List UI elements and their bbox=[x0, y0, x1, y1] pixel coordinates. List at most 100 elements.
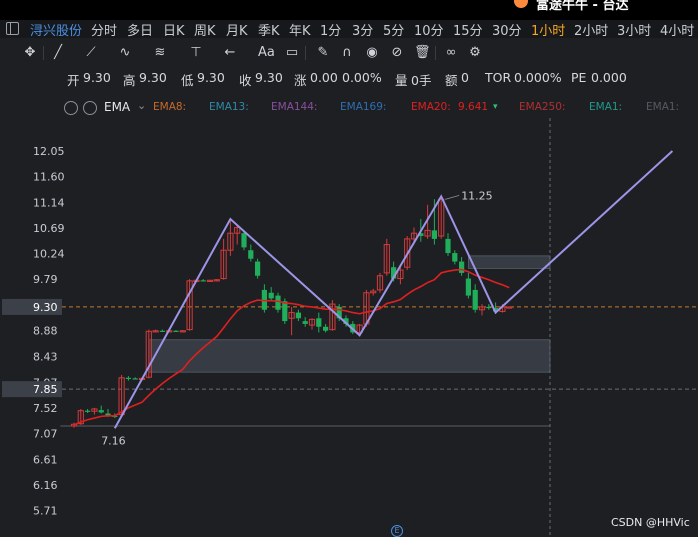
ohlc-readout: 开 9.30 高 9.30 低 9.30 收 9.30 涨 0.00 0.00%… bbox=[0, 70, 698, 88]
candle-body bbox=[316, 318, 322, 327]
y-axis-tick-label: 9.79 bbox=[33, 273, 58, 286]
candle-body bbox=[275, 295, 281, 310]
ema8-label: EMA8: bbox=[153, 101, 187, 113]
candle-body bbox=[323, 326, 329, 331]
low-label: 低 bbox=[181, 73, 194, 88]
tab-timeframe-10min[interactable]: 10分 bbox=[414, 20, 444, 39]
amount-label: 额 bbox=[445, 73, 458, 88]
volume-value: 0手 bbox=[411, 73, 432, 88]
horizontal-line-icon[interactable]: ⊤ bbox=[188, 45, 204, 61]
candle-body bbox=[465, 278, 471, 296]
indicator-name[interactable]: EMA bbox=[104, 100, 130, 114]
wave-icon[interactable]: ∿ bbox=[117, 45, 133, 61]
chevron-down-icon[interactable]: ⌄ bbox=[137, 99, 146, 112]
comment-icon[interactable]: ▭ bbox=[284, 45, 300, 61]
candle-body bbox=[132, 378, 138, 380]
settings-icon[interactable]: ⚙ bbox=[467, 45, 483, 61]
link-icon[interactable]: ∞ bbox=[443, 45, 459, 61]
candle-body bbox=[125, 377, 131, 379]
low-value: 9.30 bbox=[197, 70, 225, 85]
crosshair-icon[interactable]: ✥ bbox=[22, 45, 38, 61]
magnet-icon[interactable]: ∩ bbox=[339, 45, 355, 61]
ema169-label: EMA169: bbox=[340, 101, 387, 113]
ema250-label: EMA250: bbox=[519, 101, 566, 113]
trash-icon[interactable]: 🗑 bbox=[414, 45, 431, 61]
tab-timeframe-30min[interactable]: 30分 bbox=[492, 20, 522, 39]
change-value: 0.00 bbox=[310, 70, 338, 85]
arrow-icon[interactable]: ← bbox=[222, 45, 238, 61]
candle-body bbox=[472, 289, 478, 310]
ema1-label: EMA1: bbox=[589, 101, 623, 113]
indicator-close-icon[interactable] bbox=[83, 101, 97, 115]
tab-timeframe-month[interactable]: 月K bbox=[226, 20, 248, 39]
tab-timeframe-4h[interactable]: 4小时 bbox=[660, 20, 694, 39]
change-label: 涨 bbox=[294, 73, 307, 88]
tab-timeframe-quarter[interactable]: 季K bbox=[258, 20, 280, 39]
line-icon[interactable]: ╱ bbox=[50, 45, 66, 61]
candle-body bbox=[452, 253, 458, 262]
candle-body bbox=[486, 306, 492, 309]
ema20-value: 9.641 bbox=[458, 101, 489, 113]
tab-timeframe-15min[interactable]: 15分 bbox=[453, 20, 483, 39]
candle-body bbox=[173, 330, 179, 332]
open-value: 9.30 bbox=[83, 70, 111, 85]
window-titlebar: 富途牛牛 - 台达 bbox=[0, 0, 698, 20]
candle-body bbox=[98, 410, 104, 413]
tab-timeframe-year[interactable]: 年K bbox=[289, 20, 311, 39]
y-axis-tick-label: 7.52 bbox=[33, 402, 58, 415]
price-chart[interactable]: 12.0511.6011.1410.6910.249.798.888.437.9… bbox=[0, 118, 698, 537]
y-axis-tick-label: 12.05 bbox=[33, 145, 65, 158]
drawing-toolbar: ✥ ╱ ⟋ ∿ ≋ ⊤ ← Aa ▭ ✎ ∩ ◉ ⊘ 🗑 ∞ ⚙ bbox=[0, 40, 698, 66]
down-triangle-icon: ▾ bbox=[493, 102, 498, 112]
text-icon[interactable]: Aa bbox=[258, 45, 275, 61]
candle-body bbox=[282, 301, 288, 322]
candle-body bbox=[241, 233, 247, 248]
price-label-text: 9.30 bbox=[33, 301, 58, 314]
high-label: 高 bbox=[123, 73, 136, 88]
price-label-text: 7.85 bbox=[33, 383, 58, 396]
candle-body bbox=[302, 321, 308, 324]
hide-icon[interactable]: ⊘ bbox=[389, 45, 405, 61]
amount-value: 0 bbox=[461, 70, 469, 85]
y-axis-tick-label: 7.07 bbox=[33, 427, 58, 440]
fibonacci-icon[interactable]: ≋ bbox=[152, 45, 168, 61]
close-label: 收 bbox=[239, 73, 252, 88]
candle-body bbox=[248, 250, 254, 259]
pe-value: 0.000 bbox=[591, 70, 627, 85]
tor-label: TOR bbox=[485, 70, 512, 85]
open-label: 开 bbox=[67, 73, 80, 88]
tab-timeframe-1min[interactable]: 1分 bbox=[320, 20, 341, 39]
tab-timeframe-week[interactable]: 周K bbox=[194, 20, 216, 39]
candle-body bbox=[85, 410, 91, 412]
ema1b-label: EMA1: bbox=[646, 101, 680, 113]
indicator-legend: EMA ⌄ EMA8: EMA13: EMA144: EMA169: EMA20… bbox=[0, 98, 698, 118]
candle-body bbox=[159, 330, 165, 332]
change-pct-value: 0.00% bbox=[342, 70, 382, 85]
tab-timeframe-3min[interactable]: 3分 bbox=[352, 20, 373, 39]
candle-body bbox=[459, 261, 465, 273]
tab-timeframe-1h[interactable]: 1小时 bbox=[531, 20, 565, 39]
ray-icon[interactable]: ⟋ bbox=[83, 45, 99, 61]
y-axis-tick-label: 6.61 bbox=[33, 453, 58, 466]
tab-timeframe-2h[interactable]: 2小时 bbox=[574, 20, 608, 39]
toolbar-divider bbox=[435, 46, 436, 60]
panel-toggle-icon[interactable] bbox=[6, 22, 19, 35]
event-marker-icon[interactable]: E bbox=[391, 525, 403, 537]
tab-timeframe-multiday[interactable]: 多日 bbox=[127, 20, 153, 39]
ema20-label: EMA20: bbox=[411, 101, 451, 113]
timeframe-bar: 浔兴股份 分时 多日 日K 周K 月K 季K 年K 1分 3分 5分 10分 1… bbox=[0, 20, 698, 39]
y-axis-tick-label: 8.88 bbox=[33, 325, 58, 338]
high-value: 9.30 bbox=[139, 70, 167, 85]
stock-name[interactable]: 浔兴股份 bbox=[30, 20, 82, 39]
futu-logo-icon bbox=[514, 0, 528, 8]
tab-timeframe-5min[interactable]: 5分 bbox=[383, 20, 404, 39]
indicator-settings-icon[interactable] bbox=[64, 101, 78, 115]
pencil-icon[interactable]: ✎ bbox=[315, 45, 331, 61]
tab-timeframe-3h[interactable]: 3小时 bbox=[617, 20, 651, 39]
pe-label: PE bbox=[571, 70, 587, 85]
tab-timeframe-day[interactable]: 日K bbox=[163, 20, 185, 39]
y-axis-tick-label: 6.16 bbox=[33, 479, 58, 492]
support-resistance-zone bbox=[468, 255, 551, 269]
tab-timeframe-fenshi[interactable]: 分时 bbox=[91, 20, 117, 39]
eye-icon[interactable]: ◉ bbox=[364, 45, 380, 61]
